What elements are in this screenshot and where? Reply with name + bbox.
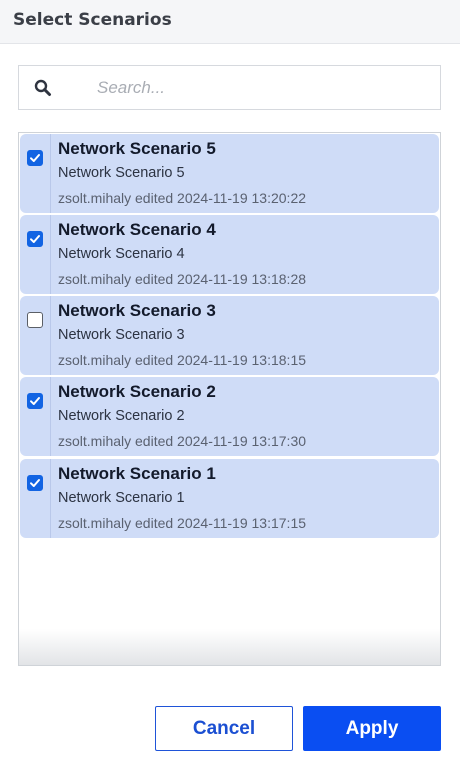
scenario-checkbox[interactable] [27, 312, 43, 328]
list-item[interactable]: Network Scenario 4 Network Scenario 4 zs… [20, 215, 439, 294]
list-item[interactable]: Network Scenario 5 Network Scenario 5 zs… [20, 134, 439, 213]
scenario-name: Network Scenario 4 [58, 220, 216, 239]
list-item[interactable]: Network Scenario 3 Network Scenario 3 zs… [20, 296, 439, 375]
scenario-description: Network Scenario 1 [58, 490, 185, 506]
scenario-edited-info: zsolt.mihaly edited 2024-11-19 13:17:30 [58, 433, 307, 449]
scenario-name: Network Scenario 5 [58, 139, 216, 158]
scenario-description: Network Scenario 5 [58, 165, 185, 181]
scenario-edited-info: zsolt.mihaly edited 2024-11-19 13:20:22 [58, 190, 307, 206]
scenario-list[interactable]: Network Scenario 5 Network Scenario 5 zs… [18, 132, 441, 666]
scenario-description: Network Scenario 4 [58, 246, 185, 262]
scenario-name: Network Scenario 1 [58, 464, 216, 483]
scenario-checkbox[interactable] [27, 150, 43, 166]
apply-button[interactable]: Apply [303, 706, 441, 751]
list-item[interactable]: Network Scenario 1 Network Scenario 1 zs… [20, 459, 439, 538]
checkbox-cell [20, 296, 51, 375]
scenario-edited-info: zsolt.mihaly edited 2024-11-19 13:17:15 [58, 515, 307, 531]
scenario-edited-info: zsolt.mihaly edited 2024-11-19 13:18:15 [58, 352, 307, 368]
scenario-checkbox[interactable] [27, 393, 43, 409]
checkbox-cell [20, 215, 51, 294]
checkbox-cell [20, 377, 51, 456]
scenario-edited-info: zsolt.mihaly edited 2024-11-19 13:18:28 [58, 271, 307, 287]
dialog-header: Select Scenarios [0, 0, 460, 44]
scenario-description: Network Scenario 2 [58, 408, 185, 424]
dialog-title: Select Scenarios [13, 10, 172, 30]
scenario-name: Network Scenario 2 [58, 382, 216, 401]
checkbox-cell [20, 134, 51, 213]
scenario-checkbox[interactable] [27, 231, 43, 247]
scenario-description: Network Scenario 3 [58, 327, 185, 343]
list-scroll-fade [19, 629, 440, 665]
search-input[interactable] [97, 74, 417, 102]
scenario-checkbox[interactable] [27, 475, 43, 491]
list-item[interactable]: Network Scenario 2 Network Scenario 2 zs… [20, 377, 439, 456]
scenario-name: Network Scenario 3 [58, 301, 216, 320]
search-icon [33, 78, 53, 98]
checkbox-cell [20, 459, 51, 538]
cancel-button[interactable]: Cancel [155, 706, 293, 751]
search-box[interactable] [18, 65, 441, 110]
